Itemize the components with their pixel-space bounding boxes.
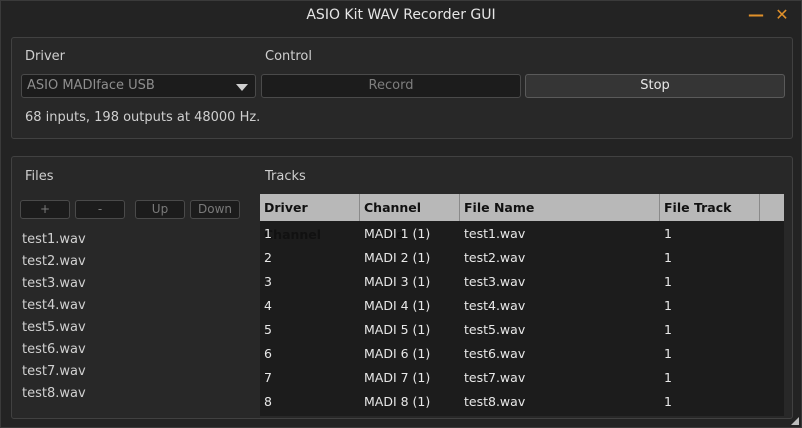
tracks-table: Driver Channel Channel Name File Name Fi…: [260, 194, 784, 416]
list-item[interactable]: test8.wav: [20, 383, 256, 405]
cell-channel-name: MADI 6 (1): [364, 346, 431, 361]
app-window: ASIO Kit WAV Recorder GUI — ✕ Driver Con…: [0, 0, 802, 428]
cell-driver-channel: 6: [264, 346, 272, 361]
cell-file-track: 1: [664, 298, 672, 313]
driver-select[interactable]: ASIO MADIface USB: [21, 74, 256, 98]
cell-file-name: test6.wav: [464, 346, 526, 361]
list-item[interactable]: test5.wav: [20, 317, 256, 339]
cell-channel-name: MADI 7 (1): [364, 370, 431, 385]
table-row[interactable]: 5 MADI 5 (1) test5.wav 1: [260, 318, 784, 342]
cell-driver-channel: 8: [264, 394, 272, 409]
minimize-icon[interactable]: —: [746, 5, 766, 25]
cell-file-name: test8.wav: [464, 394, 526, 409]
table-header: Driver Channel Channel Name File Name Fi…: [260, 194, 784, 242]
resize-grip-icon[interactable]: [791, 417, 799, 425]
cell-file-name: test4.wav: [464, 298, 526, 313]
cell-driver-channel: 7: [264, 370, 272, 385]
list-item[interactable]: test6.wav: [20, 339, 256, 361]
list-item[interactable]: test7.wav: [20, 361, 256, 383]
column-header-file-track[interactable]: File Track: [660, 194, 760, 221]
cell-channel-name: MADI 1 (1): [364, 226, 431, 241]
driver-info-text: 68 inputs, 198 outputs at 48000 Hz.: [25, 110, 261, 125]
cell-channel-name: MADI 5 (1): [364, 322, 431, 337]
cell-driver-channel: 1: [264, 226, 272, 241]
move-up-button[interactable]: Up: [135, 200, 185, 219]
list-item[interactable]: test3.wav: [20, 273, 256, 295]
column-header-channel-name[interactable]: Channel Name: [360, 194, 460, 242]
cell-driver-channel: 4: [264, 298, 272, 313]
title-bar[interactable]: ASIO Kit WAV Recorder GUI — ✕: [1, 1, 801, 31]
cell-driver-channel: 2: [264, 250, 272, 265]
files-label: Files: [25, 169, 54, 184]
files-tracks-panel: Files Tracks + - Up Down test1.wav test2…: [11, 156, 793, 419]
cell-channel-name: MADI 3 (1): [364, 274, 431, 289]
cell-channel-name: MADI 8 (1): [364, 394, 431, 409]
file-list[interactable]: test1.wav test2.wav test3.wav test4.wav …: [20, 229, 256, 414]
list-item[interactable]: test2.wav: [20, 251, 256, 273]
list-item[interactable]: test1.wav: [20, 229, 256, 251]
control-label: Control: [265, 49, 312, 64]
cell-file-name: test5.wav: [464, 322, 526, 337]
driver-select-value: ASIO MADIface USB: [27, 78, 155, 93]
cell-file-name: test1.wav: [464, 226, 526, 241]
record-button[interactable]: Record: [261, 74, 521, 98]
table-row[interactable]: 4 MADI 4 (1) test4.wav 1: [260, 294, 784, 318]
move-down-button[interactable]: Down: [190, 200, 240, 219]
cell-driver-channel: 3: [264, 274, 272, 289]
table-row[interactable]: 7 MADI 7 (1) test7.wav 1: [260, 366, 784, 390]
cell-file-name: test3.wav: [464, 274, 526, 289]
window-title: ASIO Kit WAV Recorder GUI: [306, 7, 496, 23]
cell-file-name: test7.wav: [464, 370, 526, 385]
column-header-extra[interactable]: [760, 194, 784, 221]
cell-file-track: 1: [664, 394, 672, 409]
column-header-file-name[interactable]: File Name: [460, 194, 660, 221]
cell-file-track: 1: [664, 226, 672, 241]
cell-driver-channel: 5: [264, 322, 272, 337]
cell-channel-name: MADI 4 (1): [364, 298, 431, 313]
driver-control-panel: Driver Control ASIO MADIface USB Record …: [11, 37, 793, 139]
stop-button[interactable]: Stop: [525, 74, 785, 98]
cell-file-name: test2.wav: [464, 250, 526, 265]
table-row[interactable]: 1 MADI 1 (1) test1.wav 1: [260, 222, 784, 246]
cell-file-track: 1: [664, 322, 672, 337]
cell-file-track: 1: [664, 274, 672, 289]
table-row[interactable]: 8 MADI 8 (1) test8.wav 1: [260, 390, 784, 414]
table-row[interactable]: 3 MADI 3 (1) test3.wav 1: [260, 270, 784, 294]
table-row[interactable]: 6 MADI 6 (1) test6.wav 1: [260, 342, 784, 366]
driver-label: Driver: [25, 49, 66, 64]
add-file-button[interactable]: +: [20, 200, 70, 219]
cell-file-track: 1: [664, 346, 672, 361]
cell-channel-name: MADI 2 (1): [364, 250, 431, 265]
cell-file-track: 1: [664, 250, 672, 265]
list-item[interactable]: test4.wav: [20, 295, 256, 317]
close-icon[interactable]: ✕: [772, 5, 792, 25]
table-row[interactable]: 2 MADI 2 (1) test2.wav 1: [260, 246, 784, 270]
tracks-label: Tracks: [265, 169, 306, 184]
cell-file-track: 1: [664, 370, 672, 385]
column-header-driver-channel[interactable]: Driver Channel: [260, 194, 360, 242]
chevron-down-icon: [236, 84, 248, 91]
remove-file-button[interactable]: -: [75, 200, 125, 219]
